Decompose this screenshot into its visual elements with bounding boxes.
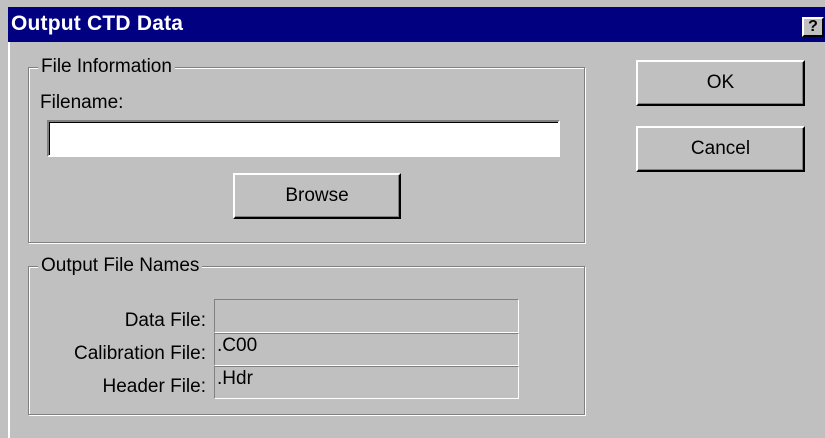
help-button[interactable]: ?	[802, 17, 824, 37]
data-file-label: Data File:	[124, 310, 206, 331]
ok-button[interactable]: OK	[636, 60, 805, 106]
output-file-names-label: Output File Names	[38, 254, 203, 278]
browse-button-label: Browse	[285, 185, 349, 206]
header-file-label: Header File:	[102, 376, 207, 397]
cancel-button[interactable]: Cancel	[636, 126, 805, 172]
calibration-file-label: Calibration File:	[74, 343, 206, 364]
output-ctd-dialog: Output CTD Data ? ✕ File Information Fil…	[0, 0, 825, 438]
cancel-button-label: Cancel	[690, 138, 751, 159]
dialog-title: Output CTD Data	[11, 12, 184, 35]
browse-button[interactable]: Browse	[233, 173, 401, 219]
calibration-file-value: .C00	[214, 333, 519, 366]
header-file-value: .Hdr	[214, 366, 519, 399]
file-information-label: File Information	[38, 55, 175, 79]
filename-label: Filename:	[40, 92, 124, 113]
ok-button-label: OK	[706, 72, 735, 93]
title-bar[interactable]: Output CTD Data ? ✕	[8, 7, 825, 42]
filename-input[interactable]	[47, 120, 560, 157]
window-left-edge	[8, 42, 10, 438]
data-file-value	[214, 299, 519, 333]
help-icon: ?	[808, 18, 818, 35]
